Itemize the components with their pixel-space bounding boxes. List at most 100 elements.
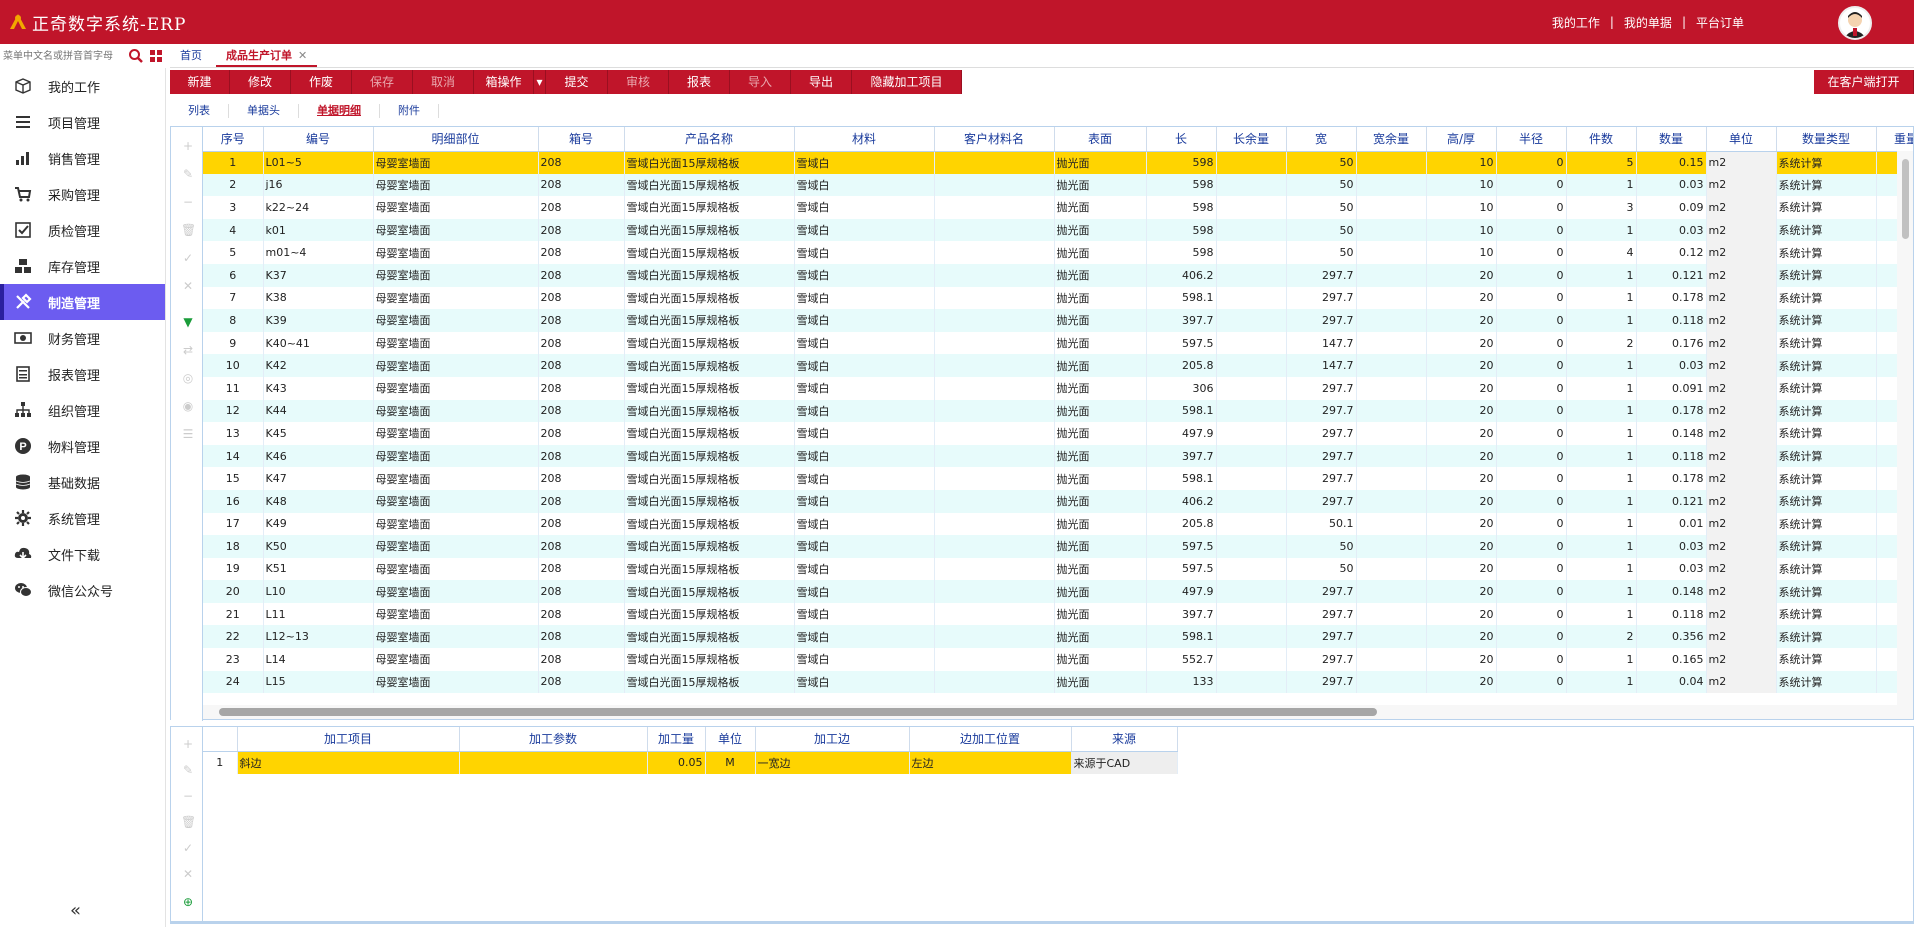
- table-cell[interactable]: 3: [1566, 196, 1637, 219]
- subtab-header[interactable]: 单据头: [229, 104, 299, 118]
- table-cell[interactable]: 598.1: [1146, 467, 1217, 490]
- table-cell[interactable]: [459, 751, 648, 774]
- table-cell[interactable]: 7: [203, 286, 264, 310]
- table-cell[interactable]: 0.148: [1636, 422, 1707, 445]
- table-cell[interactable]: 1: [1566, 309, 1637, 332]
- table-cell[interactable]: 抛光面: [1054, 331, 1147, 355]
- table-cell[interactable]: 母婴室墙面: [373, 444, 539, 468]
- table-cell[interactable]: 1: [1566, 535, 1637, 558]
- scroll-thumb[interactable]: [1902, 159, 1909, 239]
- table-cell[interactable]: [934, 422, 1055, 445]
- column-header[interactable]: 加工边: [755, 727, 910, 752]
- table-cell[interactable]: [1216, 173, 1287, 197]
- my-documents-link[interactable]: 我的单据: [1624, 14, 1672, 31]
- delete-icon[interactable]: 🗑: [181, 815, 196, 829]
- table-cell[interactable]: 系统计算: [1776, 512, 1877, 536]
- table-row[interactable]: 7 K38 母婴室墙面 208 雪域白光面15厚规格板 雪域白 抛光面 598.1 297.7 2…: [203, 286, 1913, 310]
- table-cell[interactable]: 15: [203, 467, 264, 490]
- table-cell[interactable]: 20: [1426, 557, 1497, 581]
- table-cell[interactable]: 0: [1496, 422, 1567, 445]
- table-row[interactable]: 9 K40~41 母婴室墙面 208 雪域白光面15厚规格板 雪域白 抛光面 597.5 147…: [203, 331, 1913, 355]
- table-cell[interactable]: 20: [1426, 263, 1497, 287]
- table-cell[interactable]: 母婴室墙面: [373, 151, 539, 174]
- table-cell[interactable]: 母婴室墙面: [373, 625, 539, 649]
- table-cell[interactable]: [934, 580, 1055, 603]
- table-cell[interactable]: K50: [263, 535, 374, 558]
- table-cell[interactable]: m2: [1706, 151, 1777, 174]
- table-cell[interactable]: 16: [203, 489, 264, 513]
- toolbar-button-9[interactable]: 报表: [669, 70, 730, 94]
- table-cell[interactable]: 0.121: [1636, 489, 1707, 513]
- table-cell[interactable]: m2: [1706, 648, 1777, 671]
- table-cell[interactable]: 552.7: [1146, 648, 1217, 671]
- cancel-icon[interactable]: ✕: [181, 867, 195, 881]
- table-cell[interactable]: [1216, 218, 1287, 242]
- table-cell[interactable]: 系统计算: [1776, 467, 1877, 490]
- table-cell[interactable]: m2: [1706, 512, 1777, 536]
- table-cell[interactable]: 雪域白光面15厚规格板: [624, 151, 795, 174]
- table-cell[interactable]: L11: [263, 602, 374, 626]
- table-cell[interactable]: 0.121: [1636, 263, 1707, 287]
- table-cell[interactable]: 597.5: [1146, 557, 1217, 581]
- table-cell[interactable]: 系统计算: [1776, 580, 1877, 603]
- table-cell[interactable]: 12: [203, 399, 264, 423]
- table-cell[interactable]: 抛光面: [1054, 241, 1147, 264]
- table-cell[interactable]: j16: [263, 173, 374, 197]
- table-cell[interactable]: m2: [1706, 218, 1777, 242]
- table-cell[interactable]: 205.8: [1146, 354, 1217, 377]
- sidebar-item-2[interactable]: 销售管理: [0, 140, 165, 176]
- table-cell[interactable]: 雪域白: [794, 218, 935, 242]
- table-cell[interactable]: [1356, 467, 1427, 490]
- table-cell[interactable]: 母婴室墙面: [373, 196, 539, 219]
- table-cell[interactable]: [1356, 218, 1427, 242]
- table-cell[interactable]: 0: [1496, 241, 1567, 264]
- column-header[interactable]: 表面: [1054, 127, 1147, 152]
- add-row-icon[interactable]: +: [181, 737, 195, 751]
- table-cell[interactable]: 雪域白: [794, 512, 935, 536]
- table-cell[interactable]: [1356, 557, 1427, 581]
- table-row[interactable]: 17 K49 母婴室墙面 208 雪域白光面15厚规格板 雪域白 抛光面 205.8 50.1 2…: [203, 512, 1913, 536]
- table-cell[interactable]: 雪域白: [794, 670, 935, 694]
- my-work-link[interactable]: 我的工作: [1552, 14, 1600, 31]
- table-cell[interactable]: [934, 331, 1055, 355]
- table-cell[interactable]: 0: [1496, 648, 1567, 671]
- table-cell[interactable]: 1: [1566, 489, 1637, 513]
- table-cell[interactable]: 0: [1496, 670, 1567, 694]
- column-header[interactable]: 长: [1146, 127, 1217, 152]
- column-header[interactable]: 加工参数: [459, 727, 648, 752]
- table-cell[interactable]: 系统计算: [1776, 625, 1877, 649]
- table-cell[interactable]: 297.7: [1286, 625, 1357, 649]
- table-cell[interactable]: 系统计算: [1776, 286, 1877, 310]
- table-cell[interactable]: m2: [1706, 625, 1777, 649]
- table-row[interactable]: 19 K51 母婴室墙面 208 雪域白光面15厚规格板 雪域白 抛光面 597.5 50 20 0…: [203, 557, 1913, 581]
- table-cell[interactable]: 598: [1146, 151, 1217, 174]
- table-cell[interactable]: 297.7: [1286, 422, 1357, 445]
- table-cell[interactable]: m2: [1706, 263, 1777, 287]
- table-cell[interactable]: k22~24: [263, 196, 374, 219]
- table-cell[interactable]: 系统计算: [1776, 173, 1877, 197]
- table-cell[interactable]: [934, 173, 1055, 197]
- table-cell[interactable]: 系统计算: [1776, 331, 1877, 355]
- platform-orders-link[interactable]: 平台订单: [1696, 14, 1744, 31]
- toolbar-button-7[interactable]: 提交: [546, 70, 608, 94]
- table-cell[interactable]: 母婴室墙面: [373, 512, 539, 536]
- table-cell[interactable]: 系统计算: [1776, 354, 1877, 377]
- table-cell[interactable]: m2: [1706, 173, 1777, 197]
- table-cell[interactable]: m2: [1706, 422, 1777, 445]
- table-cell[interactable]: 9: [203, 331, 264, 355]
- subtab-list[interactable]: 列表: [170, 104, 229, 118]
- table-cell[interactable]: 10: [1426, 241, 1497, 264]
- table-cell[interactable]: 208: [538, 602, 625, 626]
- table-cell[interactable]: 397.7: [1146, 309, 1217, 332]
- table-cell[interactable]: [1356, 309, 1427, 332]
- table-cell[interactable]: K51: [263, 557, 374, 581]
- table-cell[interactable]: 0: [1496, 354, 1567, 377]
- table-cell[interactable]: 抛光面: [1054, 354, 1147, 377]
- table-cell[interactable]: 21: [203, 602, 264, 626]
- table-cell[interactable]: [934, 151, 1055, 174]
- table-cell[interactable]: 抛光面: [1054, 151, 1147, 174]
- table-cell[interactable]: K37: [263, 263, 374, 287]
- vertical-scrollbar[interactable]: [1897, 151, 1913, 705]
- table-cell[interactable]: [1216, 286, 1287, 310]
- table-cell[interactable]: 50: [1286, 557, 1357, 581]
